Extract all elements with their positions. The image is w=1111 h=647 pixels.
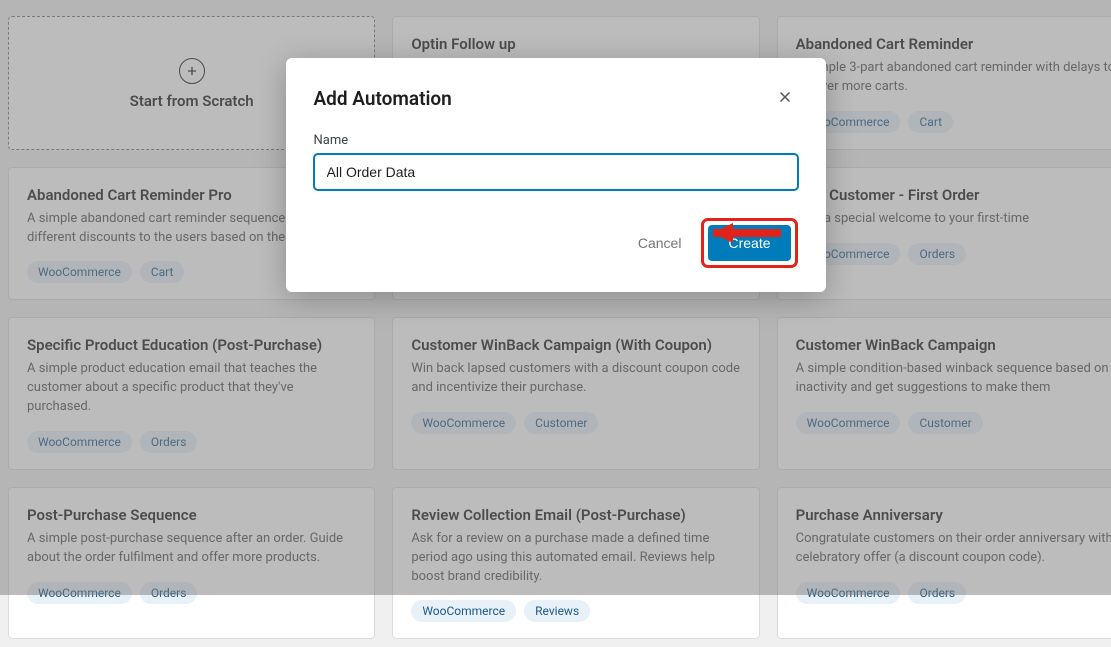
modal-overlay: Add Automation Name Cancel Create (0, 0, 1111, 595)
annotation-highlight: Create (701, 218, 797, 268)
add-automation-modal: Add Automation Name Cancel Create (286, 58, 826, 292)
close-button[interactable] (772, 84, 798, 113)
tag: Reviews (524, 600, 590, 622)
card-tags: WooCommerce Reviews (411, 600, 740, 622)
close-icon (776, 88, 794, 106)
automation-name-input[interactable] (314, 154, 798, 190)
modal-title: Add Automation (314, 87, 452, 110)
name-label: Name (314, 133, 798, 148)
tag: WooCommerce (411, 600, 516, 622)
create-button[interactable]: Create (708, 225, 790, 261)
cancel-button[interactable]: Cancel (626, 227, 694, 259)
